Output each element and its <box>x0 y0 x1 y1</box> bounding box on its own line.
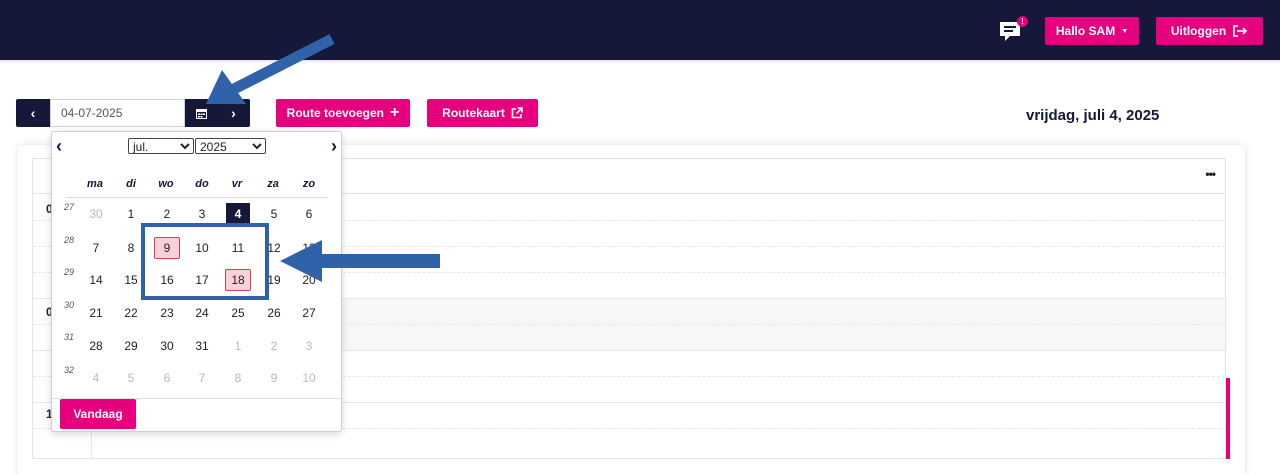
add-route-button[interactable]: Route toevoegen + <box>276 99 410 127</box>
calendar-day[interactable]: 30 <box>153 335 181 357</box>
calendar-day[interactable]: 30 <box>82 203 110 225</box>
weekday-header: do <box>195 178 209 190</box>
calendar-day[interactable]: 13 <box>295 237 323 259</box>
user-menu-label: Hallo SAM <box>1055 24 1116 38</box>
calendar-day[interactable]: 20 <box>295 269 323 291</box>
calendar-day[interactable]: 14 <box>82 269 110 291</box>
calendar-day[interactable]: 6 <box>295 203 323 225</box>
calendar-day[interactable]: 5 <box>260 203 288 225</box>
calendar-day[interactable]: 26 <box>260 302 288 324</box>
week-number: 29 <box>64 267 75 277</box>
calendar-day[interactable]: 3 <box>188 203 216 225</box>
year-select[interactable]: 2025 <box>195 138 266 154</box>
calendar-day[interactable]: 6 <box>153 367 181 389</box>
week-number: 28 <box>64 235 75 245</box>
calendar-day[interactable]: 9 <box>260 367 288 389</box>
weekday-header: za <box>267 178 279 190</box>
next-month-icon[interactable]: › <box>331 136 337 157</box>
weekday-header: zo <box>302 178 316 190</box>
today-button[interactable]: Vandaag <box>60 399 136 429</box>
add-route-label: Route toevoegen <box>286 106 384 120</box>
logout-button[interactable]: Uitloggen <box>1156 17 1263 45</box>
chevron-left-icon: ‹ <box>30 105 36 121</box>
calendar-icon <box>195 108 207 119</box>
current-date-title: vrijdag, juli 4, 2025 <box>1026 107 1160 124</box>
calendar-day[interactable]: 3 <box>295 335 323 357</box>
weekday-header: di <box>126 178 136 190</box>
current-route-bar <box>1226 378 1230 459</box>
highlight-box <box>141 223 269 300</box>
previous-day-button[interactable]: ‹ <box>16 99 50 127</box>
calendar-day[interactable]: 2 <box>260 335 288 357</box>
calendar-day[interactable]: 25 <box>224 302 252 324</box>
previous-month-icon[interactable]: ‹ <box>56 136 62 157</box>
weekday-header: ma <box>87 178 103 190</box>
weekday-header: wo <box>158 178 174 190</box>
notification-badge: ! <box>1017 16 1028 27</box>
header-shadow <box>0 60 1280 64</box>
calendar-day[interactable]: 8 <box>224 367 252 389</box>
calendar-day[interactable]: 5 <box>117 367 145 389</box>
route-map-label: Routekaart <box>442 106 505 120</box>
month-select[interactable]: jul. <box>128 138 194 154</box>
calendar-day[interactable]: 22 <box>117 302 145 324</box>
next-day-button[interactable]: › <box>217 99 250 127</box>
calendar-day[interactable]: 21 <box>82 302 110 324</box>
calendar-day-selected[interactable]: 4 <box>226 203 250 225</box>
calendar-day[interactable]: 31 <box>188 335 216 357</box>
logout-icon <box>1233 25 1248 37</box>
route-map-button[interactable]: Routekaart <box>427 99 538 127</box>
calendar-day[interactable]: 7 <box>82 237 110 259</box>
external-link-icon <box>511 107 523 119</box>
calendar-day[interactable]: 24 <box>188 302 216 324</box>
plus-icon: + <box>390 104 400 121</box>
more-horizontal-icon[interactable]: ••• <box>1205 167 1216 181</box>
date-input[interactable] <box>50 99 185 127</box>
calendar-day[interactable]: 29 <box>117 335 145 357</box>
weekday-header: vr <box>231 178 243 190</box>
user-menu-button[interactable]: Hallo SAM ▼ <box>1045 17 1139 45</box>
week-number: 31 <box>64 332 75 342</box>
calendar-day[interactable]: 1 <box>224 335 252 357</box>
week-number: 27 <box>64 202 75 212</box>
open-calendar-button[interactable] <box>185 99 217 127</box>
calendar-day[interactable]: 2 <box>153 203 181 225</box>
chevron-right-icon: › <box>231 105 236 121</box>
weekday-divider <box>66 197 328 198</box>
calendar-day[interactable]: 7 <box>188 367 216 389</box>
logout-label: Uitloggen <box>1170 24 1227 38</box>
calendar-day[interactable]: 1 <box>117 203 145 225</box>
calendar-day[interactable]: 4 <box>82 367 110 389</box>
week-number: 30 <box>64 300 75 310</box>
calendar-day[interactable]: 27 <box>295 302 323 324</box>
caret-down-icon: ▼ <box>1121 27 1129 35</box>
calendar-day[interactable]: 28 <box>82 335 110 357</box>
week-number: 32 <box>64 365 75 375</box>
calendar-day[interactable]: 10 <box>295 367 323 389</box>
calendar-day[interactable]: 23 <box>153 302 181 324</box>
